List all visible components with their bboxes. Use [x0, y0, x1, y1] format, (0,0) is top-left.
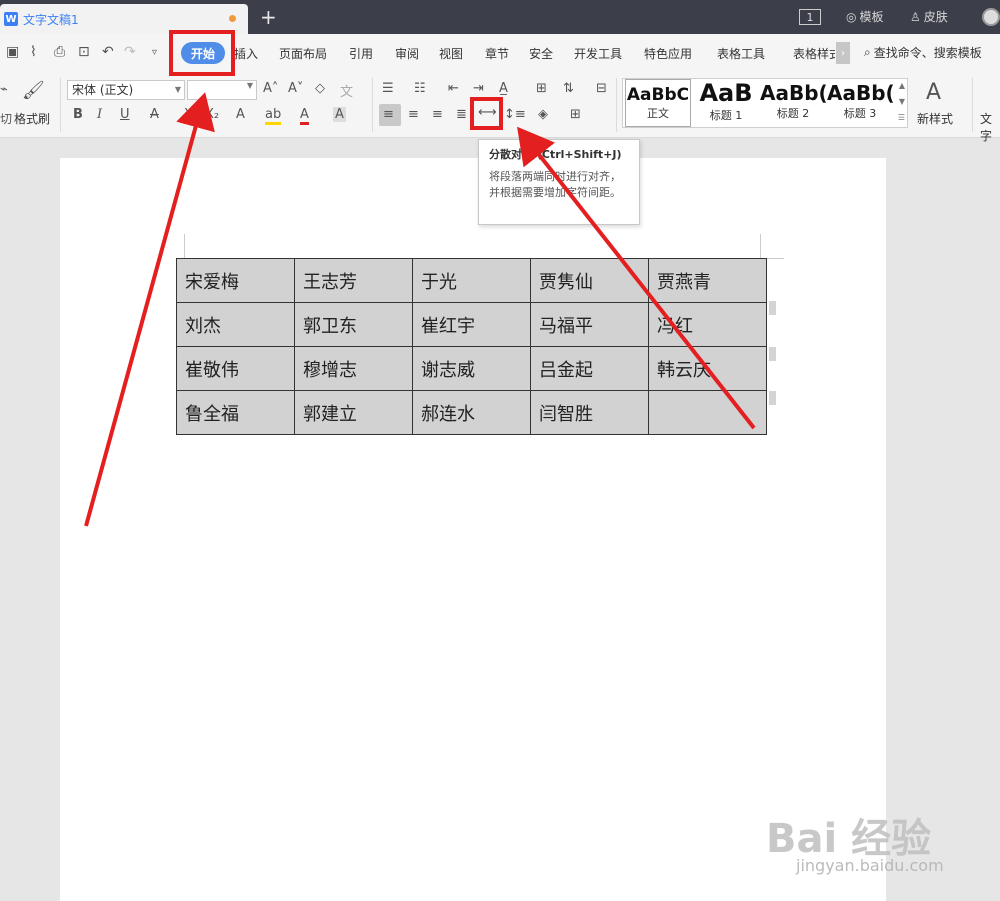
annotation-arrows [84, 92, 756, 527]
baidu-watermark-url: jingyan.baidu.com [796, 856, 944, 875]
arrow-to-distributed-align [517, 126, 756, 430]
arrow-to-start-tab [84, 92, 215, 527]
